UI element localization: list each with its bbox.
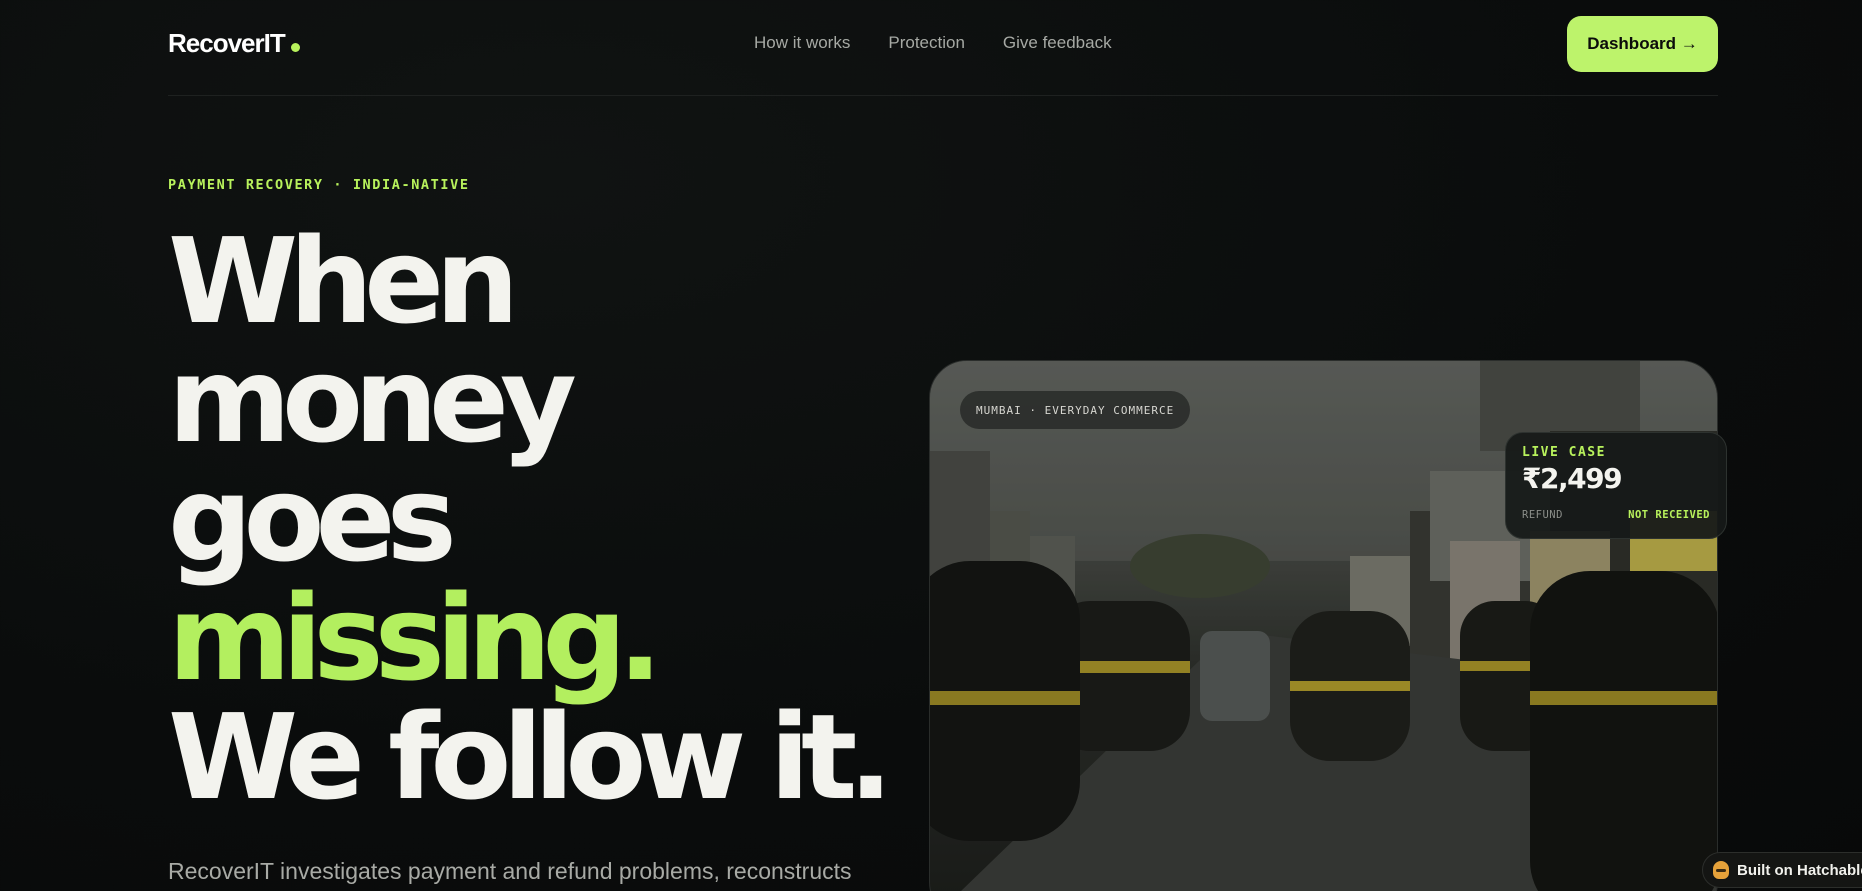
headline-accent-line: missing. [168, 569, 663, 707]
live-case-card: LIVE CASE ₹2,499 REFUND NOT RECEIVED [1505, 432, 1727, 539]
location-pill: MUMBAI · EVERYDAY COMMERCE [960, 391, 1191, 429]
headline-line: When [168, 212, 519, 350]
top-navigation: RecoverIT How it works Protection Give f… [168, 0, 1718, 96]
hatchable-logo-icon [1713, 861, 1729, 879]
live-case-status: NOT RECEIVED [1628, 509, 1710, 521]
nav-link-protection[interactable]: Protection [888, 33, 965, 53]
headline-line: We follow it. [168, 688, 893, 826]
headline-line: goes [168, 450, 457, 588]
headline-line: money [168, 331, 577, 469]
nav-links: How it works Protection Give feedback [754, 33, 1112, 53]
badge-text: Built on Hatchable [1737, 861, 1862, 879]
live-case-amount: ₹2,499 [1522, 462, 1623, 495]
hero-headline: When money goes missing. We follow it. [168, 212, 893, 826]
live-case-meta: REFUND NOT RECEIVED [1522, 509, 1710, 521]
hero-lead-paragraph: RecoverIT investigates payment and refun… [168, 858, 852, 884]
dashboard-button[interactable]: Dashboard → [1567, 16, 1718, 72]
built-on-hatchable-badge[interactable]: Built on Hatchable [1702, 852, 1862, 888]
brand-name: RecoverIT [168, 28, 286, 58]
brand-logo[interactable]: RecoverIT [168, 28, 300, 59]
nav-link-how-it-works[interactable]: How it works [754, 33, 850, 53]
live-case-type: REFUND [1522, 509, 1563, 521]
live-case-label: LIVE CASE [1522, 445, 1606, 460]
hero-eyebrow: PAYMENT RECOVERY · INDIA-NATIVE [168, 177, 470, 193]
nav-link-give-feedback[interactable]: Give feedback [1003, 33, 1112, 53]
brand-dot-icon [290, 43, 300, 52]
